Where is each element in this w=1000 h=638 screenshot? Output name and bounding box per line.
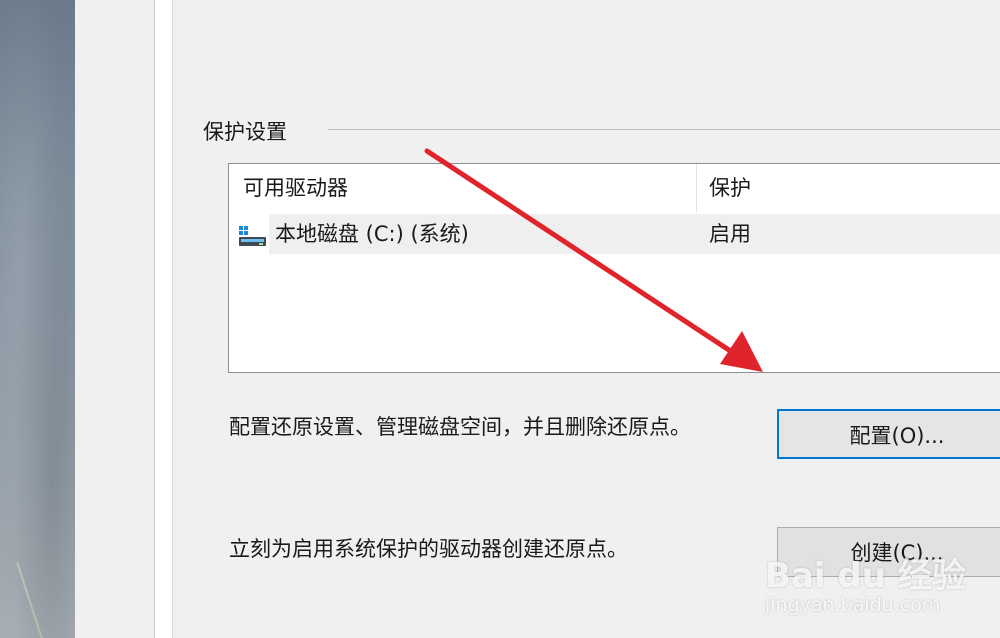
- column-header-drives[interactable]: 可用驱动器: [243, 164, 348, 212]
- configure-button-label: 配置(O)...: [849, 424, 945, 448]
- group-divider: [328, 129, 1000, 130]
- create-button[interactable]: 创建(C)...: [777, 527, 1000, 577]
- window-margin: [155, 0, 173, 638]
- column-separator[interactable]: [696, 164, 697, 212]
- drive-name: 本地磁盘 (C:) (系统): [275, 222, 469, 246]
- configure-button[interactable]: 配置(O)...: [777, 409, 1000, 459]
- system-protection-dialog: 保护设置 可用驱动器 保护 本地磁盘 (C:) (系统) 启用 配置还原设置、管…: [0, 0, 1000, 638]
- background-grass-stalk: [16, 561, 46, 638]
- table-row[interactable]: 本地磁盘 (C:) (系统) 启用: [269, 214, 1000, 254]
- create-button-label: 创建(C)...: [850, 541, 944, 565]
- protection-status: 启用: [709, 222, 751, 246]
- desktop-background: [0, 0, 75, 638]
- create-description: 立刻为启用系统保护的驱动器创建还原点。: [229, 537, 628, 561]
- drive-list[interactable]: 可用驱动器 保护 本地磁盘 (C:) (系统) 启用: [228, 163, 1000, 373]
- configure-description: 配置还原设置、管理磁盘空间，并且删除还原点。: [229, 415, 691, 439]
- group-title: 保护设置: [203, 116, 295, 146]
- column-header-protection[interactable]: 保护: [709, 164, 751, 212]
- drive-icon: [239, 226, 266, 246]
- window-sidebar: [75, 0, 180, 638]
